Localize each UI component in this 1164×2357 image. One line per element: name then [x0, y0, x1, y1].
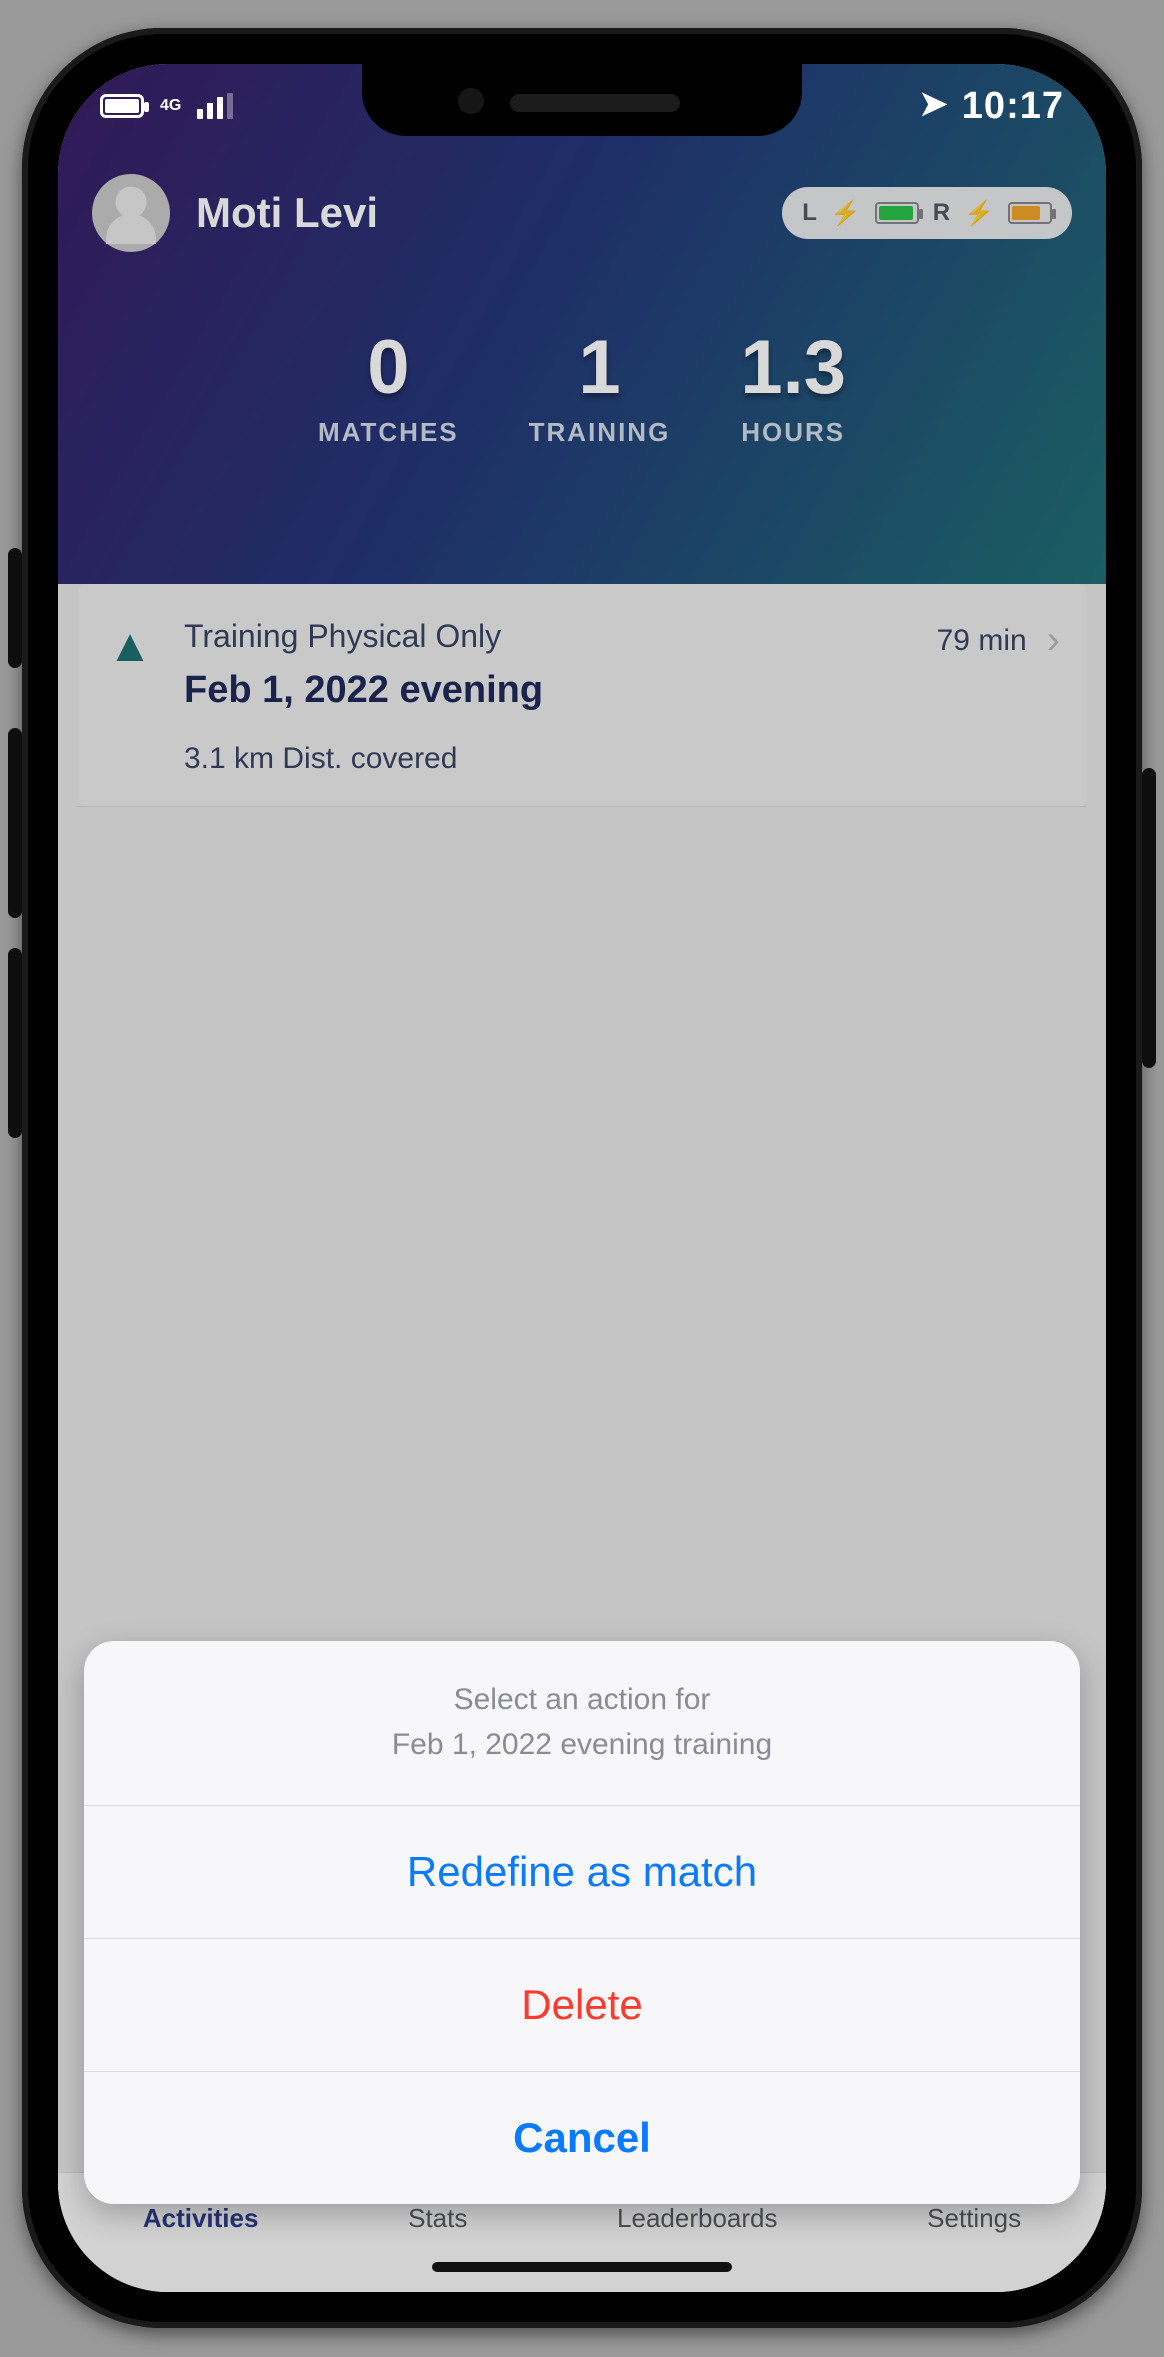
- activity-type: Training Physical Only: [184, 618, 909, 655]
- battery-left-icon: [875, 202, 919, 224]
- battery-icon: [100, 94, 144, 118]
- charge-left-label: L: [802, 199, 817, 227]
- home-indicator[interactable]: [432, 2262, 732, 2272]
- tab-activities[interactable]: Activities: [143, 2203, 259, 2234]
- summary-stats: 0 MATCHES 1 TRAINING 1.3 HOURS: [58, 324, 1106, 448]
- bolt-icon: ⚡: [964, 199, 994, 228]
- screen: 4G ➤ 10:17 Moti Levi L ⚡ R ⚡: [58, 64, 1106, 2292]
- cancel-button[interactable]: Cancel: [84, 2072, 1080, 2204]
- stat-label: MATCHES: [318, 417, 459, 448]
- user-name[interactable]: Moti Levi: [196, 189, 378, 237]
- tab-stats[interactable]: Stats: [408, 2203, 467, 2234]
- tab-settings[interactable]: Settings: [927, 2203, 1021, 2234]
- stat-label: TRAINING: [529, 417, 671, 448]
- side-button: [8, 948, 22, 1138]
- chevron-right-icon: ›: [1047, 618, 1060, 663]
- stat-hours[interactable]: 1.3 HOURS: [740, 324, 846, 448]
- activity-row[interactable]: ▲ Training Physical Only Feb 1, 2022 eve…: [78, 584, 1086, 807]
- charge-right-label: R: [933, 199, 950, 227]
- side-button: [1142, 768, 1156, 1068]
- battery-right-icon: [1008, 202, 1052, 224]
- phone-frame: 4G ➤ 10:17 Moti Levi L ⚡ R ⚡: [22, 28, 1142, 2328]
- location-icon: ➤: [919, 87, 948, 121]
- network-label: 4G: [160, 97, 181, 115]
- stat-matches[interactable]: 0 MATCHES: [318, 324, 459, 448]
- notch: [362, 64, 802, 136]
- avatar[interactable]: [92, 174, 170, 252]
- delete-button[interactable]: Delete: [84, 1939, 1080, 2072]
- side-button: [8, 548, 22, 668]
- cone-icon: ▲: [104, 622, 156, 668]
- tab-leaderboards[interactable]: Leaderboards: [617, 2203, 777, 2234]
- action-sheet-title-line1: Select an action for: [124, 1677, 1040, 1722]
- action-sheet-title: Select an action for Feb 1, 2022 evening…: [84, 1641, 1080, 1806]
- clock: 10:17: [962, 85, 1064, 128]
- stat-label: HOURS: [740, 417, 846, 448]
- bolt-icon: ⚡: [831, 199, 861, 228]
- stat-value: 0: [318, 324, 459, 411]
- stat-value: 1: [529, 324, 671, 411]
- activity-distance: 3.1 km Dist. covered: [184, 742, 909, 776]
- action-sheet-title-line2: Feb 1, 2022 evening training: [124, 1722, 1040, 1767]
- signal-icon: [197, 93, 233, 119]
- stat-value: 1.3: [740, 324, 846, 411]
- stat-training[interactable]: 1 TRAINING: [529, 324, 671, 448]
- redefine-as-match-button[interactable]: Redefine as match: [84, 1806, 1080, 1939]
- activity-date: Feb 1, 2022 evening: [184, 669, 909, 712]
- device-charge-pill[interactable]: L ⚡ R ⚡: [782, 187, 1072, 239]
- activity-duration: 79 min: [937, 624, 1027, 658]
- side-button: [8, 728, 22, 918]
- action-sheet: Select an action for Feb 1, 2022 evening…: [84, 1641, 1080, 2204]
